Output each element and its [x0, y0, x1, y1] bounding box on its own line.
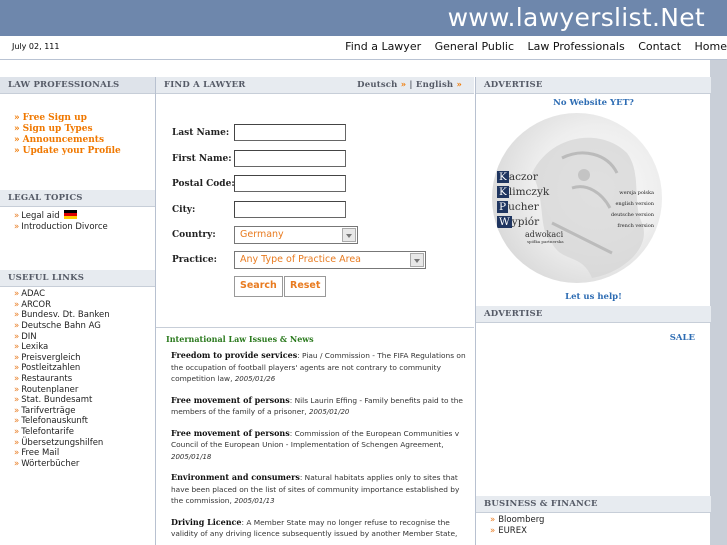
chevron-down-icon[interactable]: [410, 253, 424, 267]
no-website-link[interactable]: No Website YET?: [476, 94, 711, 108]
firm-name: Kaczor Klimczyk Pucher Wypiór adwokaci s…: [497, 171, 564, 244]
postal-code-input[interactable]: [234, 175, 346, 192]
useful-links-header: USEFUL LINKS: [0, 270, 155, 288]
news-item[interactable]: Driving Licence: A Member State may no l…: [156, 508, 474, 540]
legal-topics-list: » Legal aid » Introduction Divorce: [0, 210, 155, 232]
law-professionals-header: LAW PROFESSIONALS: [0, 77, 155, 94]
first-name-input[interactable]: [234, 150, 346, 167]
search-button[interactable]: Search: [234, 276, 283, 297]
spacer-band: [0, 60, 727, 76]
business-finance-list: » Bloomberg » EUREX: [476, 513, 711, 536]
link-telefonauskunft[interactable]: » Telefonauskunft: [14, 416, 155, 427]
let-us-help-link[interactable]: Let us help!: [476, 292, 711, 302]
first-name-label: First Name:: [172, 154, 232, 164]
law-firm-ad[interactable]: Kaczor Klimczyk Pucher Wypiór adwokaci s…: [492, 113, 662, 283]
chevron-down-icon[interactable]: [342, 228, 356, 242]
version-german[interactable]: deutsche version: [611, 210, 654, 221]
version-french[interactable]: french version: [611, 221, 654, 232]
version-polish[interactable]: wersja polska: [611, 188, 654, 199]
city-label: City:: [172, 205, 196, 215]
date-label: July 02, 111: [12, 42, 60, 51]
law-professionals-list: » Free Sign up » Sign up Types » Announceme…: [0, 113, 155, 157]
lang-deutsch[interactable]: Deutsch: [357, 80, 397, 90]
site-url[interactable]: www.lawyerslist.Net: [448, 3, 705, 32]
useful-links-list: » ADAC » ARCOR » Bundesv. Dt. Banken » Deuts…: [0, 289, 155, 469]
link-adac[interactable]: » ADAC: [14, 289, 155, 300]
postal-code-label: Postal Code:: [172, 179, 235, 189]
practice-label: Practice:: [172, 255, 217, 265]
find-lawyer-header: FIND A LAWYER Deutsch » | English »: [156, 77, 474, 94]
advertise-header-2: ADVERTISE: [476, 306, 711, 323]
news-item[interactable]: Free movement of persons: Commission of …: [156, 419, 474, 464]
link-free-signup[interactable]: » Free Sign up: [14, 113, 155, 124]
nav-find-lawyer[interactable]: Find a Lawyer: [345, 40, 421, 53]
link-banken[interactable]: » Bundesv. Dt. Banken: [14, 310, 155, 321]
link-preisvergleich[interactable]: » Preisvergleich: [14, 353, 155, 364]
news-section: International Law Issues & News Freedom …: [156, 327, 474, 540]
link-uebersetzungshilfen[interactable]: » Übersetzungshilfen: [14, 438, 155, 449]
nav-home[interactable]: Home: [695, 40, 727, 53]
link-update-profile[interactable]: » Update your Profile: [14, 146, 155, 157]
last-name-input[interactable]: [234, 124, 346, 141]
practice-select[interactable]: Any Type of Practice Area: [234, 251, 426, 269]
news-title: International Law Issues & News: [166, 334, 314, 344]
link-lexika[interactable]: » Lexika: [14, 342, 155, 353]
country-select[interactable]: Germany: [234, 226, 358, 244]
ad-version-list: wersja polska english version deutsche v…: [611, 188, 654, 232]
german-flag-icon: [64, 210, 78, 219]
city-input[interactable]: [234, 201, 346, 218]
link-woerterbuecher[interactable]: » Wörterbücher: [14, 459, 155, 470]
link-tarifvertraege[interactable]: » Tarifverträge: [14, 406, 155, 417]
right-sidebar: ADVERTISE No Website YET? Kaczor Klimczy…: [475, 77, 711, 545]
link-routenplaner[interactable]: » Routenplaner: [14, 385, 155, 396]
page-edge: [710, 60, 727, 545]
link-bloomberg[interactable]: » Bloomberg: [490, 515, 711, 526]
link-signup-types[interactable]: » Sign up Types: [14, 124, 155, 135]
language-switch: Deutsch » | English »: [357, 80, 462, 90]
lang-english[interactable]: English: [416, 80, 453, 90]
link-bundesamt[interactable]: » Stat. Bundesamt: [14, 395, 155, 406]
nav-bar: July 02, 111 Find a Lawyer General Publi…: [0, 36, 727, 60]
reset-button[interactable]: Reset: [284, 276, 327, 297]
link-restaurants[interactable]: » Restaurants: [14, 374, 155, 385]
legal-topics-header: LEGAL TOPICS: [0, 190, 155, 207]
main-nav: Find a Lawyer General Public Law Profess…: [335, 40, 727, 53]
site-header: www.lawyerslist.Net: [0, 0, 727, 36]
left-sidebar: LAW PROFESSIONALS » Free Sign up » Sign up…: [0, 77, 156, 545]
main-content: FIND A LAWYER Deutsch » | English » Last…: [156, 77, 474, 545]
link-introduction-divorce[interactable]: » Introduction Divorce: [14, 222, 155, 233]
link-postleitzahlen[interactable]: » Postleitzahlen: [14, 363, 155, 374]
link-arcor[interactable]: » ARCOR: [14, 300, 155, 311]
sale-link[interactable]: SALE: [476, 323, 711, 343]
link-eurex[interactable]: » EUREX: [490, 526, 711, 537]
link-din[interactable]: » DIN: [14, 332, 155, 343]
link-announcements[interactable]: » Announcements: [14, 135, 155, 146]
news-item[interactable]: Freedom to provide services: Piau / Comm…: [156, 344, 474, 386]
find-lawyer-title: FIND A LAWYER: [164, 80, 246, 90]
news-item[interactable]: Environment and consumers: Natural habit…: [156, 463, 474, 508]
business-finance-header: BUSINESS & FINANCE: [476, 496, 711, 513]
link-telefontarife[interactable]: » Telefontarife: [14, 427, 155, 438]
link-free-mail[interactable]: » Free Mail: [14, 448, 155, 459]
nav-law-professionals[interactable]: Law Professionals: [528, 40, 625, 53]
link-bahn[interactable]: » Deutsche Bahn AG: [14, 321, 155, 332]
nav-general-public[interactable]: General Public: [435, 40, 514, 53]
last-name-label: Last Name:: [172, 128, 230, 138]
news-item[interactable]: Free movement of persons: Nils Laurin Ef…: [156, 386, 474, 419]
link-legal-aid[interactable]: » Legal aid: [14, 210, 155, 222]
advertise-header: ADVERTISE: [476, 77, 711, 94]
country-label: Country:: [172, 230, 216, 240]
nav-contact[interactable]: Contact: [638, 40, 681, 53]
version-english[interactable]: english version: [611, 199, 654, 210]
